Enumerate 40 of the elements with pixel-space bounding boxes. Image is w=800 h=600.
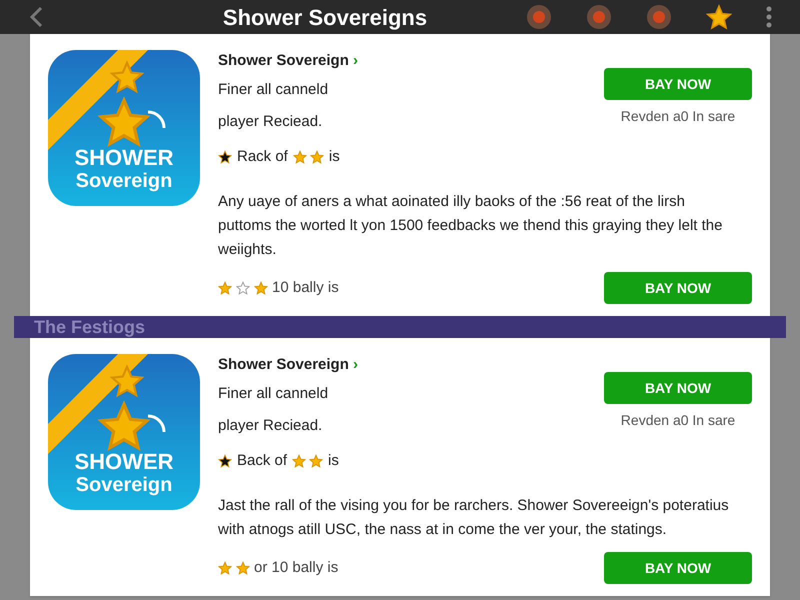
rating-text: or 10 bally is xyxy=(254,558,338,578)
star-icon xyxy=(110,60,144,94)
tag-text: is xyxy=(328,146,340,166)
star-icon xyxy=(110,364,144,398)
buy-note: Revden a0 In sare xyxy=(620,411,736,430)
subtitle: player Reciead. xyxy=(218,416,324,436)
app-title-link[interactable]: Shower Sovereign › xyxy=(218,50,358,72)
back-icon[interactable] xyxy=(28,6,44,28)
star-icon xyxy=(98,400,150,452)
tag-text: is xyxy=(328,450,339,470)
star-icon xyxy=(706,4,732,30)
section-title: The Festiogs xyxy=(34,318,146,336)
logo-text: SHOWER xyxy=(74,451,174,473)
buy-button[interactable]: BAY NOW xyxy=(604,272,752,304)
description: Any uaye of aners a what aoinated illy baoks of the :56 reat of the lirsh puttoms the worted lt yon 1500 feedbacks we thend this graying they lelt the weiights. xyxy=(218,192,724,260)
buy-button[interactable]: BAY NOW xyxy=(604,552,752,584)
logo-text: SHOWER xyxy=(74,147,174,169)
app-title-link[interactable]: Shower Sovereign › xyxy=(218,354,358,376)
logo-text: Sovereign xyxy=(76,169,172,194)
buy-button[interactable]: BAY NOW xyxy=(604,372,752,404)
description: Jast the rall of the vising you for be rarchers. Shower Sovereeign's poteratius with atnogs atill USC, the nass at in come the ver your, the statings. xyxy=(218,496,730,540)
avatar-icon[interactable] xyxy=(586,4,612,30)
subtitle: Finer all canneld xyxy=(218,80,330,100)
avatar-icon[interactable] xyxy=(526,4,552,30)
logo-text: Sovereign xyxy=(76,473,172,498)
subtitle: Finer all canneld xyxy=(218,384,330,404)
rating-text: 10 bally is xyxy=(272,278,339,298)
star-icon xyxy=(98,96,150,148)
more-icon[interactable] xyxy=(766,6,772,28)
buy-button[interactable]: BAY NOW xyxy=(604,68,752,100)
arc-icon xyxy=(148,110,166,128)
star-icon xyxy=(218,454,232,468)
avatar-icon[interactable] xyxy=(646,4,672,30)
star-icon xyxy=(218,150,232,164)
tag-text: Rack of xyxy=(237,146,288,166)
tag-text: Back of xyxy=(237,450,288,470)
buy-note: Revden a0 In sare xyxy=(620,107,736,126)
subtitle: player Reciead. xyxy=(218,112,324,132)
window-title: Shower Sovereigns xyxy=(222,4,428,32)
arc-icon xyxy=(148,414,166,432)
